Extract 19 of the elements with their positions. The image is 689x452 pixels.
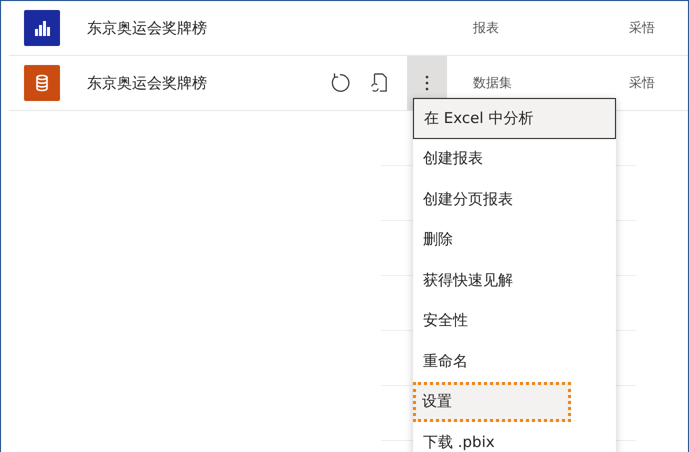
item-name[interactable]: 东京奥运会奖牌榜 xyxy=(87,18,325,38)
menu-item[interactable]: 获得快速见解 xyxy=(413,260,616,300)
menu-item[interactable]: 下载 .pbix xyxy=(413,422,616,452)
menu-item[interactable]: 创建报表 xyxy=(413,138,616,179)
menu-item[interactable]: 重命名 xyxy=(413,341,616,382)
menu-item[interactable]: 设置 xyxy=(413,382,571,422)
refresh-icon[interactable] xyxy=(329,72,351,94)
item-name[interactable]: 东京奥运会奖牌榜 xyxy=(87,74,325,92)
menu-item[interactable]: 在 Excel 中分析 xyxy=(413,98,616,138)
item-owner: 采悟 xyxy=(629,75,655,92)
more-icon xyxy=(425,75,429,91)
menu-item[interactable]: 删除 xyxy=(413,220,616,260)
item-owner: 采悟 xyxy=(629,20,655,37)
item-type: 数据集 xyxy=(473,75,513,92)
database-icon xyxy=(24,65,60,101)
item-type: 报表 xyxy=(473,20,500,37)
bar-chart-icon xyxy=(24,10,60,46)
menu-item[interactable]: 安全性 xyxy=(413,300,616,341)
menu-item[interactable]: 创建分页报表 xyxy=(413,179,616,220)
